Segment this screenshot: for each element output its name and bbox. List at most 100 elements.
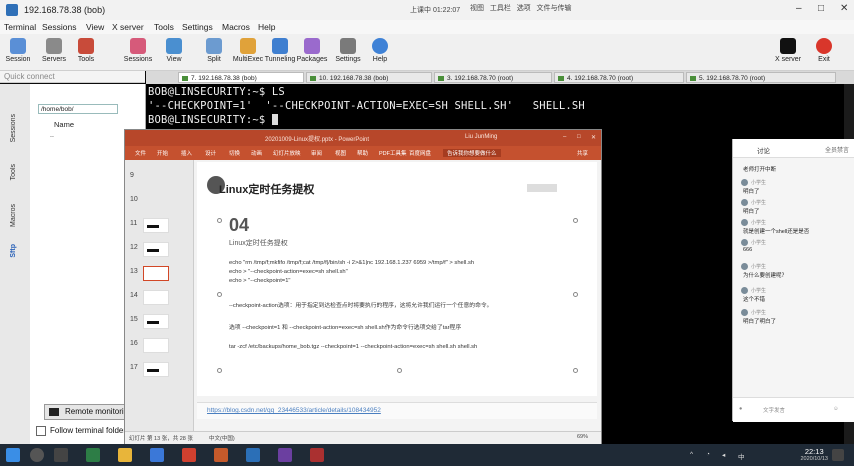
minimize-icon[interactable]: – <box>563 134 566 140</box>
servers-button[interactable]: Servers <box>36 36 72 68</box>
menu-sessions[interactable]: Sessions <box>42 22 77 32</box>
selection-handle[interactable] <box>573 218 578 223</box>
quick-connect-input[interactable]: Quick connect <box>0 71 145 83</box>
app-icon[interactable] <box>182 448 196 462</box>
tell-me-search[interactable]: 告诉我你想要做什么 <box>443 149 501 157</box>
split-button[interactable]: Split <box>196 36 232 68</box>
menu-xserver[interactable]: X server <box>112 22 144 32</box>
session-button[interactable]: Session <box>0 36 36 68</box>
maximize-icon[interactable]: □ <box>818 3 824 14</box>
microphone-icon[interactable]: ● <box>739 406 742 412</box>
sessions-button[interactable]: Sessions <box>120 36 156 68</box>
mobaxterm-taskbar-icon[interactable] <box>246 448 260 462</box>
chat-input[interactable]: 文字发言 <box>763 406 785 414</box>
selection-handle[interactable] <box>217 292 222 297</box>
tab-session-3[interactable]: 3. 192.168.78.70 (root) <box>434 72 552 83</box>
ribbon-tab-pdf[interactable]: PDF工具集 <box>379 149 407 157</box>
tunneling-button[interactable]: Tunneling <box>262 36 298 68</box>
file-explorer-icon[interactable] <box>118 448 132 462</box>
notes-link[interactable]: https://blog.csdn.net/qq_23446533/articl… <box>207 407 381 414</box>
slide-thumbnail[interactable] <box>143 290 169 305</box>
sftp-path-input[interactable]: /home/bob/ <box>38 104 118 114</box>
slide-thumbnail[interactable] <box>143 314 169 329</box>
selection-handle[interactable] <box>573 292 578 297</box>
menu-terminal[interactable]: Terminal <box>4 22 36 32</box>
ribbon-tab-help[interactable]: 帮助 <box>357 149 368 157</box>
speaker-notes[interactable]: https://blog.csdn.net/qq_23446533/articl… <box>197 402 597 419</box>
multiexec-button[interactable]: MultiExec <box>230 36 266 68</box>
task-view-icon[interactable] <box>54 448 68 462</box>
close-icon[interactable]: ✕ <box>591 134 596 141</box>
menu-settings[interactable]: Settings <box>182 22 213 32</box>
rail-tab-sftp[interactable]: Sftp <box>10 244 17 258</box>
file-transfer-menu-item[interactable]: 文件与传输 <box>537 5 572 12</box>
rail-tab-tools[interactable]: Tools <box>10 164 17 180</box>
xserver-button[interactable]: X server <box>770 36 806 68</box>
ribbon-tab-baidu[interactable]: 百度网盘 <box>409 149 431 157</box>
minimize-icon[interactable]: – <box>796 3 802 14</box>
packages-button[interactable]: Packages <box>294 36 330 68</box>
ribbon-tab-animations[interactable]: 动画 <box>251 149 262 157</box>
app-icon[interactable] <box>86 448 100 462</box>
ribbon-tab-transitions[interactable]: 切换 <box>229 149 240 157</box>
ime-icon[interactable]: 中 <box>738 451 745 461</box>
chat-input-bar[interactable]: ● 文字发言 ☺ <box>733 397 854 422</box>
slide-thumbnail[interactable] <box>143 218 169 233</box>
menu-help[interactable]: Help <box>258 22 275 32</box>
options-menu-item[interactable]: 选项 <box>517 5 531 12</box>
view-menu-item[interactable]: 视图 <box>470 5 484 12</box>
menu-view[interactable]: View <box>86 22 104 32</box>
ribbon-tab-home[interactable]: 开始 <box>157 149 168 157</box>
selection-handle[interactable] <box>217 218 222 223</box>
windows-start-icon[interactable] <box>6 448 20 462</box>
zoom-level[interactable]: 69% <box>577 434 588 440</box>
view-button[interactable]: View <box>156 36 192 68</box>
selection-handle[interactable] <box>217 368 222 373</box>
tab-session-4[interactable]: 4. 192.168.78.70 (root) <box>554 72 684 83</box>
selection-handle[interactable] <box>573 368 578 373</box>
rail-tab-macros[interactable]: Macros <box>10 204 17 227</box>
ribbon-tab-slideshow[interactable]: 幻灯片放映 <box>273 149 301 157</box>
settings-button[interactable]: Settings <box>330 36 366 68</box>
rail-tab-sessions[interactable]: Sessions <box>10 114 17 142</box>
maximize-icon[interactable]: □ <box>577 134 581 140</box>
chat-tab-discussion[interactable]: 讨论 <box>757 145 770 155</box>
slide-canvas[interactable]: Linux定时任务提权 04 Linux定时任务提权 echo "rm /tmp… <box>197 162 597 396</box>
selection-handle[interactable] <box>397 368 402 373</box>
emoji-icon[interactable]: ☺ <box>833 406 839 412</box>
close-icon[interactable]: ✕ <box>840 3 848 14</box>
mute-all-button[interactable]: 全员禁言 <box>825 145 849 154</box>
app-icon[interactable] <box>310 448 324 462</box>
follow-terminal-folder-checkbox[interactable]: Follow terminal folder <box>36 426 126 436</box>
exit-button[interactable]: Exit <box>806 36 842 68</box>
network-icon[interactable]: ◔ <box>706 451 710 458</box>
slide-thumbnail-selected[interactable] <box>143 266 169 281</box>
help-button[interactable]: Help <box>362 36 398 68</box>
app-icon[interactable] <box>278 448 292 462</box>
tray-chevron-icon[interactable]: ^ <box>690 451 693 458</box>
tab-session-5[interactable]: 5. 192.168.78.70 (root) <box>686 72 836 83</box>
notification-icon[interactable] <box>832 449 844 461</box>
slide-thumbnail[interactable] <box>143 338 169 353</box>
share-button[interactable]: 共享 <box>577 149 588 157</box>
toolbar-menu-item[interactable]: 工具栏 <box>490 5 511 12</box>
sftp-name-column[interactable]: Name <box>54 120 74 129</box>
menu-tools[interactable]: Tools <box>154 22 174 32</box>
ribbon-tab-review[interactable]: 审阅 <box>311 149 322 157</box>
app-icon[interactable] <box>150 448 164 462</box>
volume-icon[interactable]: ◂ <box>722 451 725 459</box>
slide-thumbnail[interactable] <box>143 362 169 377</box>
menu-macros[interactable]: Macros <box>222 22 250 32</box>
tab-session-10[interactable]: 10. 192.168.78.38 (bob) <box>306 72 432 83</box>
ribbon-tab-design[interactable]: 设计 <box>205 149 216 157</box>
sftp-parent-folder[interactable]: .. <box>50 132 54 139</box>
ribbon-tab-file[interactable]: 文件 <box>135 149 146 157</box>
tab-session-7[interactable]: 7. 192.168.78.38 (bob) <box>178 72 304 83</box>
tools-button[interactable]: Tools <box>68 36 104 68</box>
powerpoint-taskbar-icon[interactable] <box>214 448 228 462</box>
slide-thumbnail[interactable] <box>143 242 169 257</box>
system-clock[interactable]: 22:13 2020/10/13 <box>800 447 828 462</box>
ribbon-tab-view[interactable]: 视图 <box>335 149 346 157</box>
search-icon[interactable] <box>30 448 44 462</box>
ribbon-tab-insert[interactable]: 插入 <box>181 149 192 157</box>
